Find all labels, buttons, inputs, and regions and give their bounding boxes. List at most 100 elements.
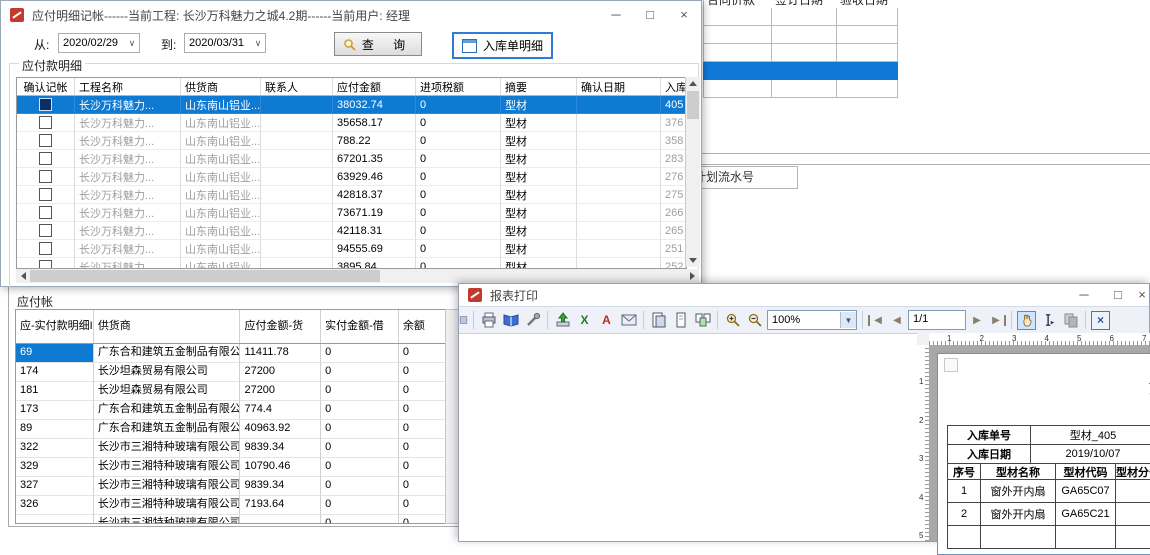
table-row[interactable]: 69广东合和建筑五金制品有限公司11411.7800 [16,344,456,363]
maximize-button[interactable]: □ [633,1,667,27]
cell-id[interactable]: 174 [16,363,94,382]
table-row[interactable]: 长沙万科魅力...山东南山铝业...63929.460型材276 [17,168,686,186]
table-row[interactable] [703,44,900,62]
vertical-scrollbar[interactable] [685,77,700,267]
cell [1116,480,1150,503]
info-label: 入库单号 [948,426,1031,445]
scroll-down-arrow[interactable] [686,254,700,267]
cell: 251 [661,240,686,258]
preview-book-icon[interactable] [501,311,520,330]
table-row[interactable]: 长沙万科魅力...山东南山铝业...73671.190型材266 [17,204,686,222]
minimize-button[interactable]: ─ [1067,284,1101,304]
confirm-checkbox[interactable] [39,260,52,268]
cell-id[interactable]: 173 [16,401,94,420]
table-row[interactable]: 174长沙坦森贸易有限公司2720000 [16,363,456,382]
cell-id[interactable]: 326 [16,496,94,515]
scroll-left-arrow[interactable] [16,269,30,283]
export-icon[interactable] [553,311,572,330]
scrollbar-thumb[interactable] [30,270,380,282]
confirm-checkbox[interactable] [39,152,52,165]
confirm-checkbox[interactable] [39,206,52,219]
copy-page-icon[interactable] [1061,311,1080,330]
maximize-button[interactable]: □ [1101,284,1135,304]
inbound-detail-button[interactable]: 入库单明细 [452,32,553,59]
page-setup-icon[interactable] [459,311,468,330]
titlebar[interactable]: 报表打印 [459,284,1149,306]
table-row[interactable]: 326长沙市三湘特种玻璃有限公司7193.6400 [16,496,456,515]
confirm-checkbox[interactable] [39,224,52,237]
nav-next-page-icon[interactable]: ▶ [969,315,985,326]
chevron-down-icon[interactable]: ▼ [840,312,856,328]
nav-first-page-icon[interactable]: ◀ [868,315,886,326]
cell-id[interactable]: 89 [16,420,94,439]
table-row[interactable]: 长沙万科魅力...山东南山铝业...3895.840型材252 [17,258,686,268]
page-indicator[interactable]: 1/1 [908,310,966,330]
cell-id[interactable]: 329 [16,458,94,477]
table-row[interactable] [703,80,900,98]
close-preview-icon[interactable]: × [1091,311,1110,330]
text-select-tool-icon[interactable] [1039,311,1058,330]
preview-area[interactable]: 湖南巨晟门窗幕墙有限公司 型材入库单 入库单号型材_405工程名称长沙万科魅力之… [929,345,1149,541]
table-row[interactable]: 173广东合和建筑五金制品有限公司774.400 [16,401,456,420]
cell-id[interactable]: 327 [16,477,94,496]
payables-table-scrollbar[interactable] [445,309,459,524]
nav-prev-page-icon[interactable]: ◀ [889,315,905,326]
settings-tools-icon[interactable] [523,311,542,330]
confirm-checkbox[interactable] [39,188,52,201]
cell: 0 [321,344,399,363]
layout-continuous-icon[interactable] [649,311,668,330]
confirm-checkbox[interactable] [39,116,52,129]
chevron-down-icon[interactable]: ∨ [251,38,265,49]
close-button[interactable]: × [667,1,701,27]
table-row[interactable]: 329长沙市三湘特种玻璃有限公司10790.4600 [16,458,456,477]
email-icon[interactable] [619,311,638,330]
plan-serial-field[interactable]: 计划流水号 [697,166,798,189]
print-icon[interactable] [479,311,498,330]
zoom-select[interactable]: 100% ▼ [767,310,857,330]
cell-id[interactable]: 181 [16,382,94,401]
table-row[interactable]: 长沙万科魅力...山东南山铝业...94555.690型材251 [17,240,686,258]
confirm-checkbox[interactable] [39,242,52,255]
zoom-out-icon[interactable] [745,311,764,330]
confirm-checkbox[interactable] [39,98,52,111]
table-row[interactable]: 长沙万科魅力...山东南山铝业...67201.350型材283 [17,150,686,168]
cell-id[interactable]: 69 [16,344,94,363]
table-row[interactable]: 长沙市三湘特种玻璃有限公司00 [16,515,456,524]
export-excel-icon[interactable]: X [575,311,594,330]
zoom-in-icon[interactable] [723,311,742,330]
cell-id[interactable] [16,515,94,524]
confirm-checkbox[interactable] [39,134,52,147]
cell [837,26,898,44]
horizontal-scrollbar[interactable] [16,269,699,283]
scroll-up-arrow[interactable] [686,77,700,90]
confirm-checkbox[interactable] [39,170,52,183]
cell: 27200 [240,382,321,401]
to-date-combo[interactable]: 2020/03/31 ∨ [184,33,266,53]
table-row[interactable]: 长沙万科魅力...山东南山铝业...42818.370型材275 [17,186,686,204]
table-row[interactable] [703,26,900,44]
scroll-right-arrow[interactable] [685,269,699,283]
cell-id[interactable]: 322 [16,439,94,458]
scrollbar-thumb[interactable] [687,91,699,119]
export-pdf-icon[interactable]: A [597,311,616,330]
table-row[interactable]: 长沙万科魅力...山东南山铝业...42118.310型材265 [17,222,686,240]
table-row[interactable]: 长沙万科魅力...山东南山铝业...788.220型材358 [17,132,686,150]
query-button[interactable]: 查 询 [334,32,422,56]
minimize-button[interactable]: ─ [599,1,633,27]
table-row[interactable]: 长沙万科魅力...山东南山铝业...35658.170型材376 [17,114,686,132]
table-row[interactable]: 322长沙市三湘特种玻璃有限公司9839.3400 [16,439,456,458]
layout-single-page-icon[interactable] [671,311,690,330]
table-row[interactable] [703,62,900,80]
table-row[interactable] [703,8,900,26]
hand-tool-icon[interactable] [1017,311,1036,330]
nav-last-page-icon[interactable]: ▶ [988,315,1006,326]
table-row[interactable]: 327长沙市三湘特种玻璃有限公司9839.3400 [16,477,456,496]
from-date-combo[interactable]: 2020/02/29 ∨ [58,33,140,53]
chevron-down-icon[interactable]: ∨ [125,38,139,49]
table-row[interactable]: 181长沙坦森贸易有限公司2720000 [16,382,456,401]
table-row[interactable]: 89广东合和建筑五金制品有限公司40963.9200 [16,420,456,439]
layout-multi-page-icon[interactable] [693,311,712,330]
table-row[interactable]: 长沙万科魅力...山东南山铝业...38032.740型材405 [17,96,686,114]
close-button[interactable]: × [1135,284,1149,304]
titlebar[interactable]: 应付明细记帐------当前工程: 长沙万科魅力之城4.2期------当前用户… [1,1,701,29]
